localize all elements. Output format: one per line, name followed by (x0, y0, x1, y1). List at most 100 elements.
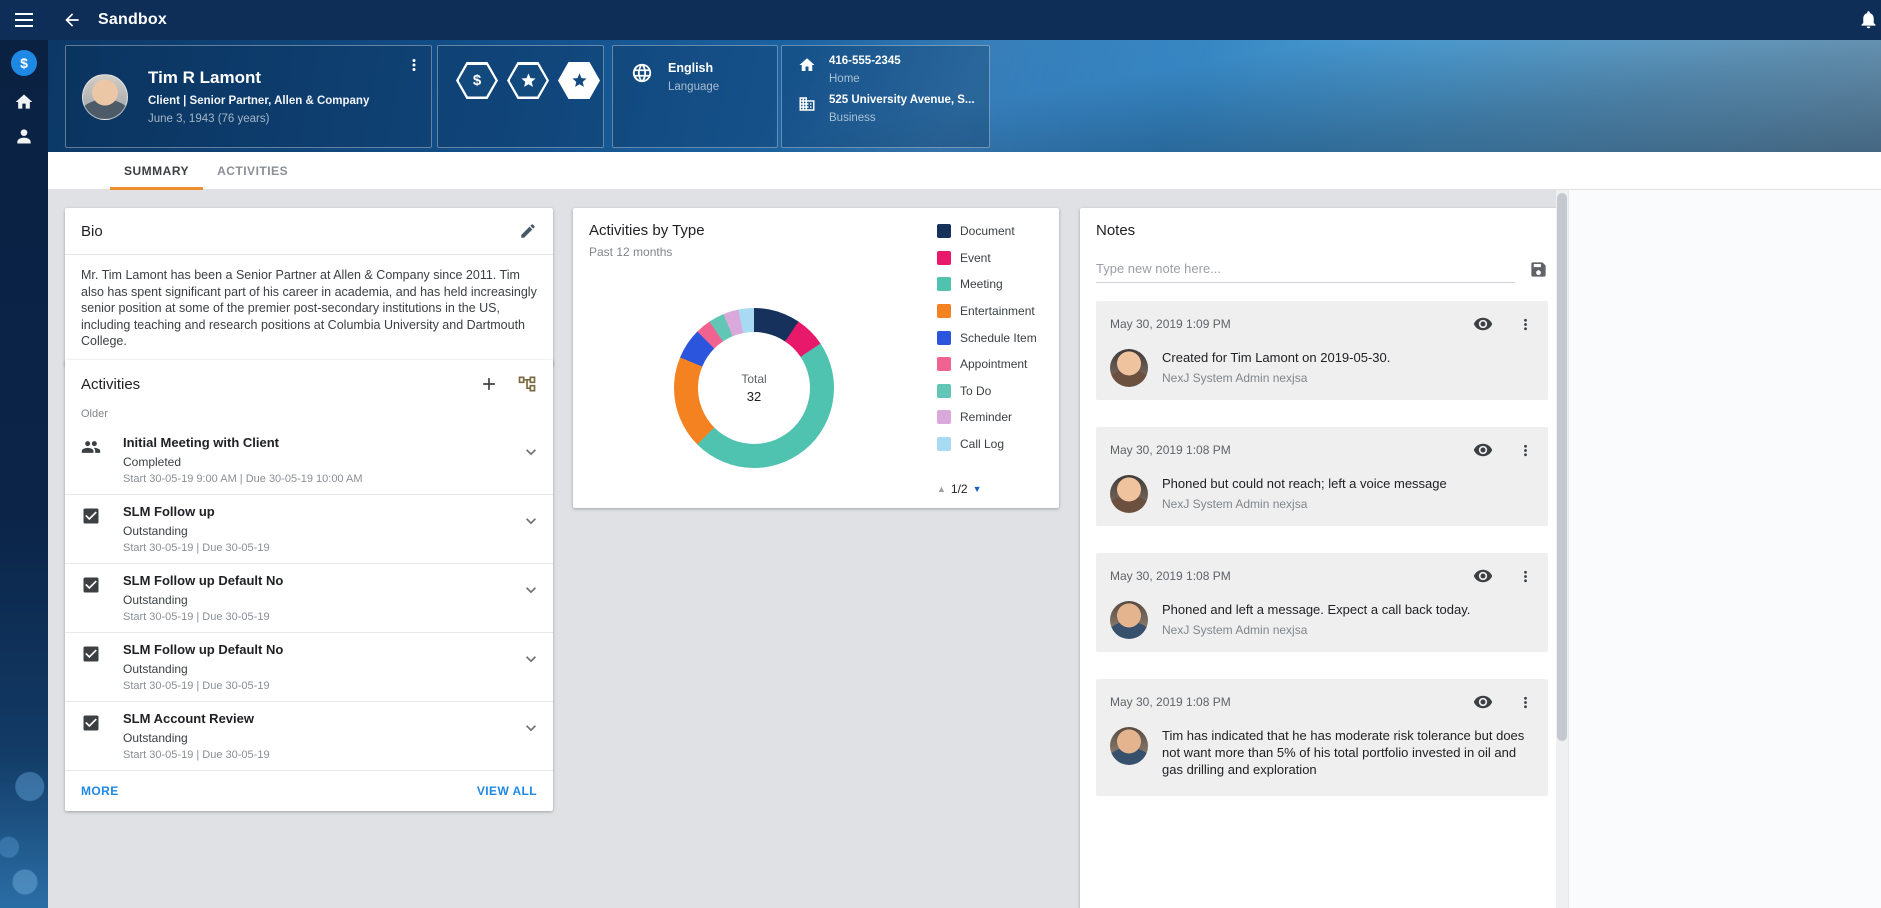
tab-activities[interactable]: ACTIVITIES (203, 152, 302, 190)
bell-icon (1858, 9, 1879, 30)
note-menu-button[interactable] (1517, 694, 1534, 711)
menu-button[interactable] (0, 0, 48, 40)
activity-row[interactable]: SLM Follow up Default No Outstanding Sta… (65, 633, 553, 702)
globe-icon (631, 62, 653, 147)
legend-label: Reminder (960, 410, 1012, 424)
activity-dates: Start 30-05-19 | Due 30-05-19 (123, 611, 513, 623)
chevron-down-icon[interactable] (521, 649, 541, 669)
back-button[interactable] (62, 10, 82, 30)
legend-list: Document Event Meeting (937, 218, 1053, 457)
note-timestamp: May 30, 2019 1:08 PM (1110, 443, 1473, 457)
activity-dates: Start 30-05-19 | Due 30-05-19 (123, 542, 513, 554)
task-check-icon (81, 713, 101, 733)
more-button[interactable]: MORE (81, 784, 119, 798)
star-badge[interactable] (507, 62, 549, 99)
pencil-icon (519, 222, 537, 240)
note-item: May 30, 2019 1:08 PM (1096, 679, 1548, 796)
activity-status: Outstanding (123, 593, 513, 607)
tab-summary[interactable]: SUMMARY (110, 152, 203, 190)
note-menu-button[interactable] (1517, 442, 1534, 459)
note-menu-button[interactable] (1517, 316, 1534, 333)
chevron-down-icon[interactable] (521, 580, 541, 600)
save-icon (1529, 260, 1548, 279)
chevron-down-icon[interactable] (521, 718, 541, 738)
eye-icon (1473, 440, 1493, 460)
hierarchy-view-button[interactable] (517, 374, 537, 394)
activity-row[interactable]: SLM Follow up Default No Outstanding Sta… (65, 564, 553, 633)
save-note-button[interactable] (1529, 260, 1548, 279)
app-root: Sandbox $ Tim R Lamont Client | Senior P… (0, 0, 1881, 908)
view-all-button[interactable]: VIEW ALL (477, 784, 537, 798)
activity-title: SLM Follow up Default No (123, 573, 513, 588)
edit-bio-button[interactable] (519, 222, 537, 240)
chart-title: Activities by Type (589, 222, 705, 239)
page-title: Sandbox (98, 11, 167, 29)
tab-strip: SUMMARY ACTIVITIES (48, 152, 1881, 190)
hamburger-icon (15, 13, 33, 27)
dollar-badge[interactable]: $ (456, 62, 498, 99)
home-icon (798, 56, 816, 85)
activity-status: Outstanding (123, 731, 513, 745)
profile-menu-button[interactable] (405, 56, 423, 74)
note-text: Phoned and left a message. Expect a call… (1162, 601, 1470, 618)
address-row: 525 University Avenue, S... Business (798, 94, 989, 124)
activity-row[interactable]: Initial Meeting with Client Completed St… (65, 426, 553, 495)
kebab-icon (1517, 568, 1534, 585)
activity-row[interactable]: SLM Account Review Outstanding Start 30-… (65, 702, 553, 771)
legend-label: Meeting (960, 277, 1003, 291)
chart-legend: Document Event Meeting (937, 218, 1053, 496)
note-text: Tim has indicated that he has moderate r… (1162, 727, 1534, 778)
activities-group-label: Older (65, 408, 553, 426)
legend-item: Schedule Item (937, 324, 1053, 351)
legend-label: Event (960, 251, 991, 265)
home-nav-button[interactable] (14, 92, 34, 112)
address-label: Business (829, 112, 975, 124)
add-activity-button[interactable] (479, 374, 499, 394)
language-card: English Language (612, 45, 778, 148)
dollar-shortcut-button[interactable]: $ (11, 50, 37, 76)
view-note-button[interactable] (1473, 314, 1493, 334)
phone-value: 416-555-2345 (829, 55, 901, 67)
activities-title: Activities (81, 376, 140, 393)
dollar-badge-icon: $ (473, 72, 481, 89)
note-author-avatar (1110, 349, 1148, 387)
note-menu-button[interactable] (1517, 568, 1534, 585)
activity-title: SLM Follow up Default No (123, 642, 513, 657)
star-icon (520, 72, 537, 89)
scrollbar-thumb[interactable] (1557, 193, 1567, 741)
empty-right-pane (1568, 190, 1881, 908)
activity-status: Completed (123, 455, 513, 469)
view-note-button[interactable] (1473, 440, 1493, 460)
chevron-down-icon[interactable] (521, 511, 541, 531)
note-item: May 30, 2019 1:08 PM (1096, 553, 1548, 652)
content-scrollbar[interactable] (1556, 190, 1568, 908)
contact-birthdate: June 3, 1943 (76 years) (148, 113, 369, 125)
legend-item: To Do (937, 378, 1053, 405)
legend-swatch (937, 384, 951, 398)
activity-status: Outstanding (123, 662, 513, 676)
activity-row[interactable]: SLM Follow up Outstanding Start 30-05-19… (65, 495, 553, 564)
new-note-input[interactable] (1096, 255, 1515, 283)
legend-label: Appointment (960, 357, 1027, 371)
view-note-button[interactable] (1473, 566, 1493, 586)
legend-page-indicator: 1/2 (951, 482, 968, 496)
activities-card: Activities Older (65, 360, 553, 811)
legend-swatch (937, 304, 951, 318)
legend-item: Event (937, 245, 1053, 272)
view-note-button[interactable] (1473, 692, 1493, 712)
notifications-button[interactable] (1858, 9, 1879, 30)
legend-next-icon[interactable]: ▼ (973, 484, 982, 494)
kebab-icon (1517, 694, 1534, 711)
activities-list: Initial Meeting with Client Completed St… (65, 426, 553, 771)
contact-info-card: 416-555-2345 Home 525 University Avenue,… (781, 45, 990, 148)
activity-status: Outstanding (123, 524, 513, 538)
seal-star-badge[interactable] (558, 62, 600, 99)
profile-nav-button[interactable] (14, 126, 34, 146)
note-text: Created for Tim Lamont on 2019-05-30. (1162, 349, 1390, 366)
legend-item: Meeting (937, 271, 1053, 298)
legend-prev-icon[interactable]: ▲ (937, 484, 946, 494)
kebab-icon (1517, 316, 1534, 333)
profile-card: Tim R Lamont Client | Senior Partner, Al… (65, 45, 432, 148)
chevron-down-icon[interactable] (521, 442, 541, 462)
legend-item: Call Log (937, 431, 1053, 458)
